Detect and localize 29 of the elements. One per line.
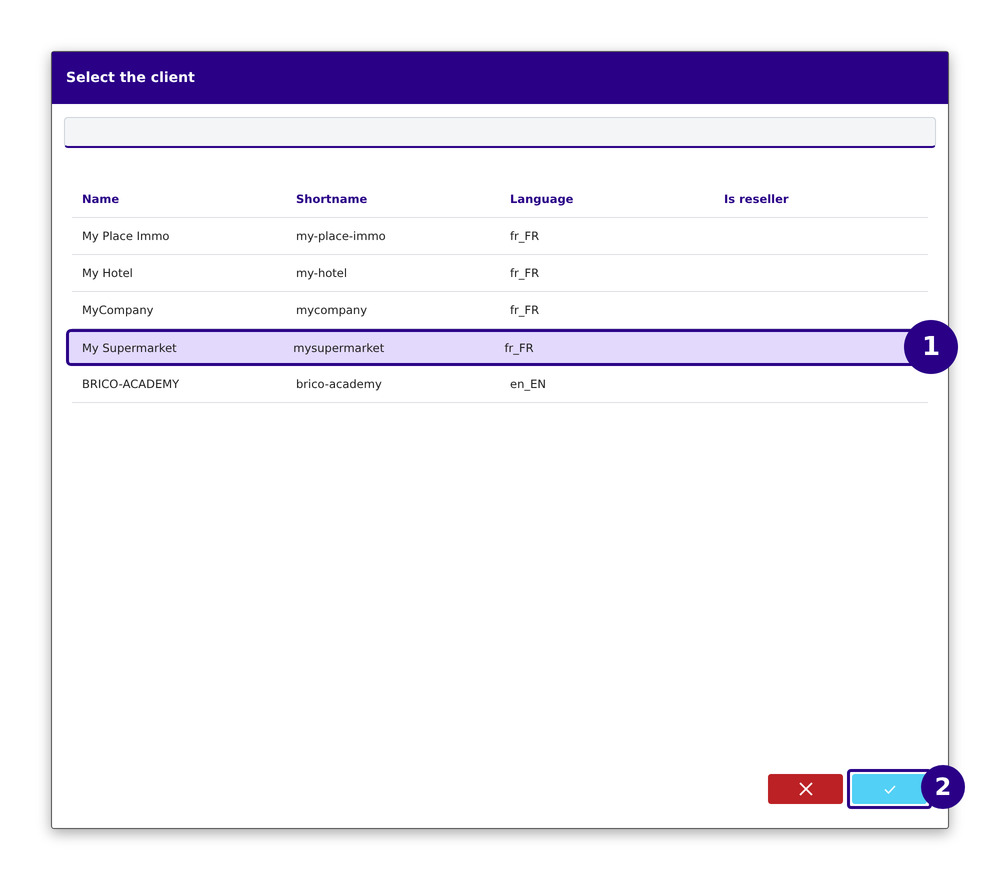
table-cell-text: mycompany	[295, 303, 368, 317]
step-badge: 1	[904, 320, 958, 374]
table-cell-text: fr_FR	[509, 229, 540, 243]
table-cell-text: brico-academy	[295, 377, 383, 391]
table-row[interactable]: My Hotel my-hotel fr_FR	[72, 255, 928, 292]
table-cell-text: BRICO-ACADEMY	[81, 377, 180, 391]
table-cell-text: fr_FR	[509, 266, 540, 280]
table-cell-text: my-hotel	[295, 266, 348, 280]
column-header: Language	[509, 192, 574, 206]
table-cell-text: MyCompany	[81, 303, 154, 317]
close-icon	[798, 782, 812, 796]
table-cell-text: fr_FR	[509, 303, 540, 317]
check-icon	[884, 784, 896, 794]
table-cell-text: en_EN	[509, 377, 547, 391]
step-badge: 2	[921, 765, 965, 809]
table-cell-text: mysupermarket	[292, 340, 386, 354]
search-field[interactable]	[64, 117, 936, 148]
table-row[interactable]: My Place Immo my-place-immo fr_FR	[72, 218, 928, 255]
column-header: Is reseller	[723, 192, 790, 206]
column-header: Shortname	[295, 192, 368, 206]
table-cell-text: fr_FR	[504, 340, 535, 354]
cancel-button[interactable]	[768, 774, 843, 804]
table-cell-text: my-place-immo	[295, 229, 387, 243]
table-cell-text: My Supermarket	[81, 340, 178, 354]
table-cell-text: My Hotel	[81, 266, 134, 280]
table-row[interactable]: BRICO-ACADEMY brico-academy en_EN	[72, 366, 928, 403]
dialog-title: Select the client	[66, 70, 195, 86]
column-header: Name	[81, 192, 120, 206]
table-cell-text: My Place Immo	[81, 229, 170, 243]
